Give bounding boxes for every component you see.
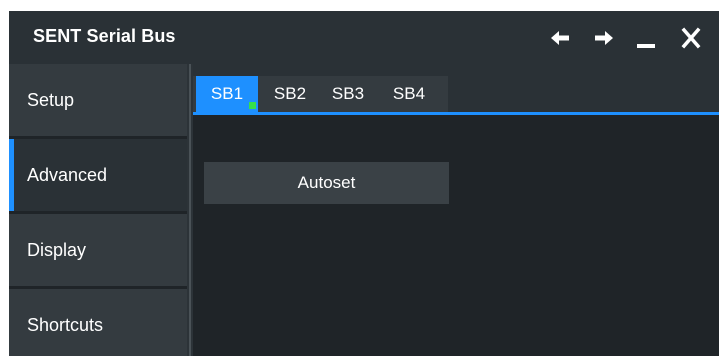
sidebar-item-label: Display (27, 240, 87, 260)
sidebar-item-label: Shortcuts (27, 315, 104, 335)
enabled-status-dot (249, 102, 256, 109)
sidebar-item-setup[interactable]: Setup (9, 64, 187, 136)
forward-arrow-icon[interactable] (593, 27, 615, 49)
minimize-icon[interactable] (636, 27, 656, 49)
tab-label: SB3 (331, 84, 365, 103)
sidebar-item-label: Advanced (27, 165, 108, 185)
sidebar-item-display[interactable]: Display (9, 214, 187, 286)
sidebar-item-advanced[interactable]: Advanced (9, 139, 187, 211)
tab-label: SB2 (273, 84, 307, 103)
dialog-title: SENT Serial Bus (33, 26, 176, 46)
close-icon[interactable] (681, 27, 701, 49)
tab-underline (193, 112, 719, 115)
tab-sb2[interactable]: SB2 (262, 76, 318, 112)
tab-sb1[interactable]: SB1 (196, 76, 258, 112)
tab-bar: SB1 SB2 SB3 SB4 (193, 64, 719, 112)
title-bar: SENT Serial Bus (9, 11, 719, 64)
tab-sb4[interactable]: SB4 (378, 76, 440, 112)
tab-label: SB1 (210, 84, 244, 103)
active-indicator (9, 139, 14, 211)
autoset-button[interactable]: Autoset (204, 162, 449, 204)
sidebar: Setup Advanced Display Shortcuts (9, 64, 187, 356)
sidebar-item-label: Setup (27, 90, 75, 110)
sent-serial-bus-dialog: SENT Serial Bus Setup Advanced Display S… (9, 11, 719, 356)
sidebar-item-shortcuts[interactable]: Shortcuts (9, 289, 187, 356)
main-panel: SB1 SB2 SB3 SB4 Autoset (193, 64, 719, 356)
tab-sb3[interactable]: SB3 (320, 76, 376, 112)
tab-label: SB4 (392, 84, 426, 103)
back-arrow-icon[interactable] (549, 27, 571, 49)
